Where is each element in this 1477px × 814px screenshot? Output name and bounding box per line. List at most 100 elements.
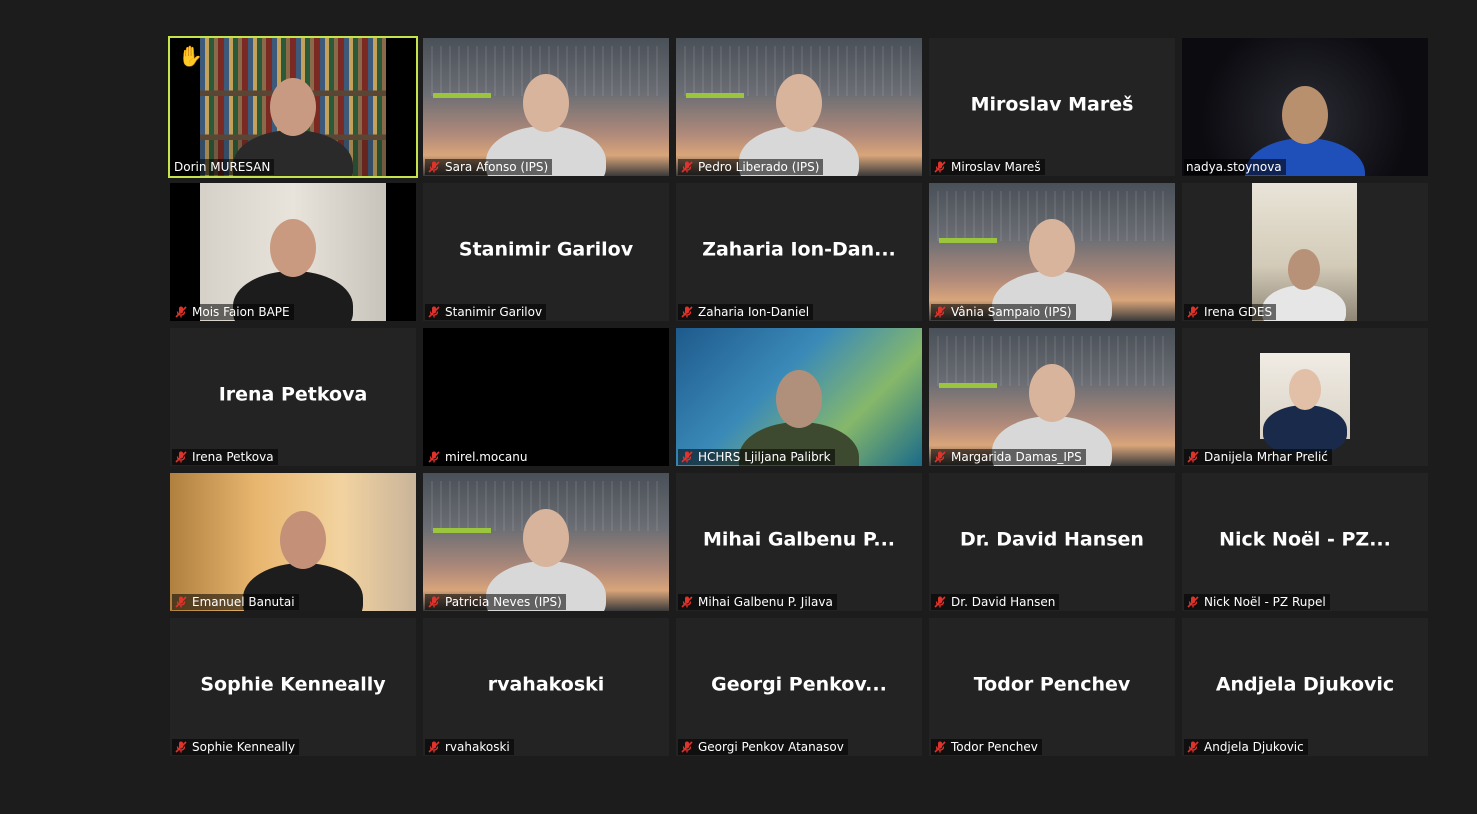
participant-tile[interactable]: Emanuel Banutai xyxy=(170,473,416,611)
participant-tile[interactable]: Todor Penchev Todor Penchev xyxy=(929,618,1175,756)
participant-tile[interactable]: Irena Petkova Irena Petkova xyxy=(170,328,416,466)
participant-face xyxy=(1288,369,1322,410)
participant-name: Miroslav Mareš xyxy=(951,160,1041,174)
participant-name-label: Mois Faion BAPE xyxy=(172,304,294,320)
participant-face xyxy=(270,78,316,136)
participant-name: Zaharia Ion-Daniel xyxy=(698,305,810,319)
participant-display-name: Stanimir Garilov xyxy=(458,238,634,261)
participant-tile[interactable]: nadya.stoynova xyxy=(1182,38,1428,176)
participant-tile[interactable]: Sara Afonso (IPS) xyxy=(423,38,669,176)
participant-display-name: Irena Petkova xyxy=(218,383,368,406)
participant-display-name: rvahakoski xyxy=(487,673,605,696)
mic-muted-icon xyxy=(1187,306,1199,318)
participant-name-label: rvahakoski xyxy=(425,739,514,755)
participant-tile[interactable]: Pedro Liberado (IPS) xyxy=(676,38,922,176)
participant-display-name: Nick Noël - PZ... xyxy=(1219,528,1391,551)
participant-tile[interactable]: Nick Noël - PZ... Nick Noël - PZ Rupel xyxy=(1182,473,1428,611)
participant-name: Andjela Djukovic xyxy=(1204,740,1304,754)
participant-face xyxy=(280,511,326,569)
participant-video xyxy=(423,38,669,176)
participant-video xyxy=(1182,38,1428,176)
participant-face xyxy=(523,509,569,567)
participant-name-label: Mihai Galbenu P. Jilava xyxy=(678,594,837,610)
mic-muted-icon xyxy=(681,451,693,463)
video-gallery: ✋ Dorin MURESAN Sara Afonso (IPS) Pedro Lib… xyxy=(168,36,1430,762)
participant-video xyxy=(170,183,416,321)
participant-tile[interactable]: Vânia Sampaio (IPS) xyxy=(929,183,1175,321)
participant-name: nadya.stoynova xyxy=(1186,160,1282,174)
mic-muted-icon xyxy=(175,741,187,753)
participant-tile[interactable]: Irena GDES xyxy=(1182,183,1428,321)
participant-name-label: Vânia Sampaio (IPS) xyxy=(931,304,1076,320)
participant-name: HCHRS Ljiljana Palibrk xyxy=(698,450,831,464)
participant-name: Irena GDES xyxy=(1204,305,1273,319)
participant-video xyxy=(1182,328,1428,466)
participant-tile[interactable]: Mihai Galbenu P... Mihai Galbenu P. Jilav… xyxy=(676,473,922,611)
participant-face xyxy=(1029,219,1075,277)
participant-name-label: HCHRS Ljiljana Palibrk xyxy=(678,449,835,465)
participant-face xyxy=(523,74,569,132)
mic-muted-icon xyxy=(681,596,693,608)
mic-muted-icon xyxy=(428,306,440,318)
participant-video xyxy=(676,328,922,466)
mic-muted-icon xyxy=(934,161,946,173)
participant-video xyxy=(676,38,922,176)
participant-name: Emanuel Banutai xyxy=(192,595,295,609)
participant-name: Vânia Sampaio (IPS) xyxy=(951,305,1072,319)
participant-tile[interactable]: Andjela Djukovic Andjela Djukovic xyxy=(1182,618,1428,756)
participant-name: Sophie Kenneally xyxy=(192,740,296,754)
participant-tile[interactable]: Danijela Mrhar Prelić xyxy=(1182,328,1428,466)
participant-face xyxy=(270,219,316,277)
participant-tile[interactable]: Georgi Penkov... Georgi Penkov Atanasov xyxy=(676,618,922,756)
participant-tile[interactable]: HCHRS Ljiljana Palibrk xyxy=(676,328,922,466)
participant-name-label: Patricia Neves (IPS) xyxy=(425,594,566,610)
participant-video xyxy=(929,328,1175,466)
participant-name: Nick Noël - PZ Rupel xyxy=(1204,595,1326,609)
participant-display-name: Andjela Djukovic xyxy=(1215,673,1395,696)
mic-muted-icon xyxy=(934,741,946,753)
participant-name: Dr. David Hansen xyxy=(951,595,1056,609)
participant-name: Patricia Neves (IPS) xyxy=(445,595,562,609)
mic-muted-icon xyxy=(428,161,440,173)
participant-tile[interactable]: Miroslav Mareš Miroslav Mareš xyxy=(929,38,1175,176)
participant-name-label: Zaharia Ion-Daniel xyxy=(678,304,814,320)
participant-name-label: Pedro Liberado (IPS) xyxy=(678,159,824,175)
mic-muted-icon xyxy=(1187,741,1199,753)
participant-tile[interactable]: Stanimir Garilov Stanimir Garilov xyxy=(423,183,669,321)
participant-name-label: Dr. David Hansen xyxy=(931,594,1060,610)
participant-tile[interactable]: Dr. David Hansen Dr. David Hansen xyxy=(929,473,1175,611)
participant-tile[interactable]: Mois Faion BAPE xyxy=(170,183,416,321)
participant-display-name: Sophie Kenneally xyxy=(200,673,386,696)
participant-video xyxy=(170,38,416,176)
mic-muted-icon xyxy=(934,306,946,318)
participant-name-label: Sara Afonso (IPS) xyxy=(425,159,553,175)
participant-name-label: Nick Noël - PZ Rupel xyxy=(1184,594,1330,610)
participant-tile[interactable]: Margarida Damas_IPS xyxy=(929,328,1175,466)
participant-tile[interactable]: ✋ Dorin MURESAN xyxy=(168,36,418,178)
participant-tile[interactable]: Patricia Neves (IPS) xyxy=(423,473,669,611)
participant-name-label: Todor Penchev xyxy=(931,739,1042,755)
participant-name-label: Danijela Mrhar Prelić xyxy=(1184,449,1332,465)
participant-name-label: Irena Petkova xyxy=(172,449,278,465)
mic-muted-icon xyxy=(175,306,187,318)
participant-tile[interactable]: Zaharia Ion-Dan... Zaharia Ion-Daniel xyxy=(676,183,922,321)
participant-face xyxy=(1282,86,1328,144)
participant-video xyxy=(170,473,416,611)
participant-name-label: Emanuel Banutai xyxy=(172,594,299,610)
participant-display-name: Georgi Penkov... xyxy=(711,673,887,696)
participant-tile[interactable]: mirel.mocanu xyxy=(423,328,669,466)
participant-name-label: Georgi Penkov Atanasov xyxy=(678,739,848,755)
participant-body xyxy=(1263,405,1347,455)
participant-name: Pedro Liberado (IPS) xyxy=(698,160,820,174)
participant-name: Mihai Galbenu P. Jilava xyxy=(698,595,833,609)
mic-muted-icon xyxy=(428,741,440,753)
participant-video xyxy=(423,328,669,466)
participant-name: Todor Penchev xyxy=(951,740,1038,754)
participant-name: Margarida Damas_IPS xyxy=(951,450,1082,464)
mic-muted-icon xyxy=(681,741,693,753)
participant-tile[interactable]: Sophie Kenneally Sophie Kenneally xyxy=(170,618,416,756)
mic-muted-icon xyxy=(175,596,187,608)
participant-tile[interactable]: rvahakoski rvahakoski xyxy=(423,618,669,756)
participant-display-name: Todor Penchev xyxy=(973,673,1131,696)
participant-name: Mois Faion BAPE xyxy=(192,305,290,319)
